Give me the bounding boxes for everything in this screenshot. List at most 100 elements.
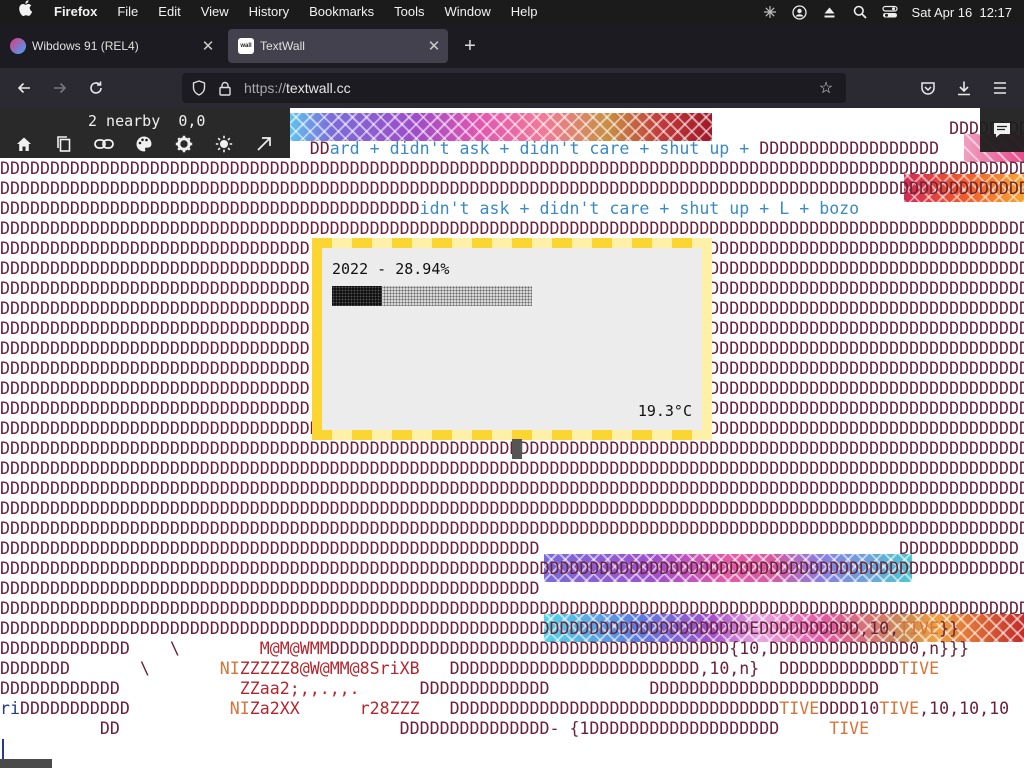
lock-icon[interactable] [216,79,234,97]
text-caret [2,739,4,759]
wall-text-segment: ri [0,699,20,718]
palette-icon[interactable] [134,134,154,154]
wall-row[interactable]: DDDDDDDDDDDDDDDDDDDDDDDDDDDDDDDDDDDDDDDD… [0,199,1024,219]
url-text[interactable]: https://textwall.cc [244,80,816,96]
text-cursor [512,439,522,459]
year-progress-fill [332,286,382,306]
downloads-icon[interactable] [952,76,976,100]
wall-text-segment: DDDDDDDDDDDDDDDDDDDDDDDDDDDDDDDDDDDDDDDD… [0,499,1024,518]
wall-text-segment: DDDDDDDDDDDDDDDDDDDDDDDDDDDDDDDDDDDDDDDD… [0,539,1020,558]
wall-text-segment: NI [229,699,250,718]
menu-history[interactable]: History [249,0,289,24]
wall-text-segment: DDDDDDDDDDDDDDDDDDDDDDDDDDDDDDDDDDDDDDDD… [0,559,1024,578]
wall-row[interactable]: DDDDDDDDDDDDDDDDDDDDDDDDDDDDDDDDDDDDDDDD… [0,619,1024,639]
wall-row[interactable]: DDDDDDDDDDDDDDDDDDDDDDDDDDDDDDDDDDDDDDDD… [0,579,1024,599]
menu-bar-clock[interactable]: Sat Apr 16 12:17 [912,5,1012,20]
wall-text-segment: DDDDDDD \ [0,659,220,678]
hamburger-menu-icon[interactable] [988,76,1012,100]
wall-row[interactable]: DDDDDDDDDDDDDDDDDDDDDDDDDDDDDDDDDDDDDDDD… [0,479,1024,499]
wall-row[interactable]: DDDDDDDDDDDDDDDDDDDDDDDDDDDDDDDDDDDDDDDD… [0,519,1024,539]
wall-row[interactable]: DDDDDDDDDDDDDDDDDDDDDDDDDDDDDDDDDDDDDDDD… [0,159,1024,179]
menu-help[interactable]: Help [511,0,538,24]
wall-text-segment: M@M@WMM [259,639,330,658]
wall-text-segment: DDDDDDDDDDDDD DDDDDDDDDDDDDDDDDDDDDDD [359,679,880,698]
wall-text-segment: TIVE [899,659,940,678]
wall-text-segment: idn't ask + didn't care + shut up + L + … [419,199,860,218]
wall-row[interactable]: DDDDDDDDDDDDDDDDDDDDDDDDDDDDDDDDDDDDDDDD… [0,459,1024,479]
wall-text-segment: ard + didn't ask + didn't care + shut up… [329,139,760,158]
wall-row[interactable]: riDDDDDDDDDDD NIZa2XX r28ZZZ DDDDDDDDDDD… [0,699,1024,719]
wall-text-segment: DDDDDDDDDDDDDDDDDDDDDDDDDDDDDDDDDDDDDDDD… [0,599,1024,618]
menu-bookmarks[interactable]: Bookmarks [309,0,374,24]
eject-icon[interactable] [822,4,838,20]
wall-row[interactable]: DDDDDDDDDDDDD \ M@M@WMMDDDDDDDDDDDDDDDDD… [0,639,1024,659]
toolbar-icons [14,134,274,154]
tab-textwall[interactable]: wall TextWall ✕ [228,29,448,63]
new-tab-icon[interactable]: + [460,33,480,59]
back-arrow-icon[interactable] [12,76,36,100]
close-tab-icon[interactable]: ✕ [424,37,444,55]
spotlight-search-icon[interactable] [852,4,868,20]
brightness-icon[interactable] [214,134,234,154]
wall-text-segment [300,699,360,718]
reload-icon[interactable] [84,76,108,100]
textwall-canvas[interactable]: DDDDDDDDDDDDDDDDDDDDDDDDDDDDDD DDard + d… [0,108,1024,768]
coordinates: 0,0 [178,112,206,130]
nearby-count: 2 nearby [88,112,161,130]
wall-row[interactable]: DDDDDDDDDDDD ZZaa2;,,.,,. DDDDDDDDDDDDD … [0,679,1024,699]
wall-text-segment: TIVE [829,719,870,738]
wall-text-segment: DD DDDDDDDDDDDDDDD- {1DDDDDDDDDDDDDDDDDD… [0,719,830,738]
menu-tools[interactable]: Tools [394,0,424,24]
wall-text-segment: DDDDDDDDDDDDDDDDDDDDDDDDDDDDDDDDDDDDDDDD… [0,219,1024,238]
sparkle-status-icon[interactable] [762,4,778,20]
scroll-indicator[interactable] [0,759,52,768]
macos-menu-bar: Firefox File Edit View History Bookmarks… [0,0,1024,24]
control-center-icon[interactable] [881,4,898,20]
menu-bar-status-area: Sat Apr 16 12:17 [762,0,1012,24]
url-bar[interactable]: https://textwall.cc ☆ [182,73,846,103]
settings-gear-icon[interactable] [174,134,194,154]
chat-icon[interactable] [980,108,1024,152]
wall-text-segment: TIVE [899,619,940,638]
expand-arrow-icon[interactable] [254,134,274,154]
link-icon[interactable] [94,134,114,154]
menu-edit[interactable]: Edit [158,0,180,24]
year-progress-text: 2022 - 28.94% [332,260,450,278]
wall-text-segment: DDDDDDDDDDDDDDDDDDDDDDDDDDDDDDDDDDDDDDDD… [0,459,1024,478]
wall-text-segment: ZZZZZ8@W@MM@8SriXB [239,659,420,678]
wall-row[interactable]: DDDDDDD \ NIZZZZZ8@W@MM@8SriXB DDDDDDDDD… [0,659,1024,679]
wall-text-segment: DDDD10 [819,699,880,718]
wall-row[interactable]: DDDDDDDDDDDDDDDDDDDDDDDDDDDDDDDDDDDDDDDD… [0,599,1024,619]
browser-tab-strip: Wibdows 91 (REL4) ✕ wall TextWall ✕ + [0,24,1024,68]
wall-row[interactable]: DDDDDDDDDDDDDDDDDDDDDDDDDDDDDDDDDDDDDDDD… [0,219,1024,239]
tab-wibdows[interactable]: Wibdows 91 (REL4) ✕ [0,29,222,63]
wall-row[interactable]: DDDDDDDDDDDDDDDDDDDDDDDDDDDDDDDDDDDDDDDD… [0,559,1024,579]
textwall-toolbar: 2 nearby 0,0 [0,108,290,158]
wall-row[interactable]: DDDDDDDDDDDDDDDDDDDDDDDDDDDDDDDDDDDDDDDD… [0,539,1024,559]
url-protocol: https:// [244,80,287,96]
wall-row[interactable]: DD DDDDDDDDDDDDDDD- {1DDDDDDDDDDDDDDDDDD… [0,719,1024,739]
wall-text-segment: DDDDDDDDDDDDDDDDDD [759,139,940,158]
close-tab-icon[interactable]: ✕ [198,37,218,55]
tracking-protection-shield-icon[interactable] [190,79,208,97]
wall-row[interactable]: DDDDDDDDDDDDDDDDDDDDDDDDDDDDDDDDDDDDDDDD… [0,499,1024,519]
wall-text-segment: TIVE [879,699,920,718]
user-account-icon[interactable] [792,4,808,20]
wall-text-segment: r28ZZZ [359,699,420,718]
forward-arrow-icon[interactable] [48,76,72,100]
wall-text-segment: DDDDDDDDDDDDDDDDDDDDDDDDDDDDDDDDD [419,699,780,718]
bookmark-star-icon[interactable]: ☆ [816,78,836,98]
wall-text-segment: DDDDDDDDDDDDDDDDDDDDDDDDDDDDDDDDDDDDDDDD… [0,519,1024,538]
copy-icon[interactable] [54,134,74,154]
wall-row[interactable]: DDDDDDDDDDDDDDDDDDDDDDDDDDDDDDDDDDDDDDDD… [0,179,1024,199]
menu-file[interactable]: File [117,0,138,24]
wall-text-segment: ZZaa2;,,.,,. [239,679,360,698]
menu-window[interactable]: Window [445,0,491,24]
pocket-icon[interactable] [916,76,940,100]
weather-widget: 2022 - 28.94% 19.3°C [312,238,712,440]
apple-menu-icon[interactable] [18,0,36,24]
home-icon[interactable] [14,134,34,154]
menu-app-firefox[interactable]: Firefox [54,0,97,24]
menu-view[interactable]: View [201,0,229,24]
wall-text-segment: ,10,10,10 [919,699,1010,718]
